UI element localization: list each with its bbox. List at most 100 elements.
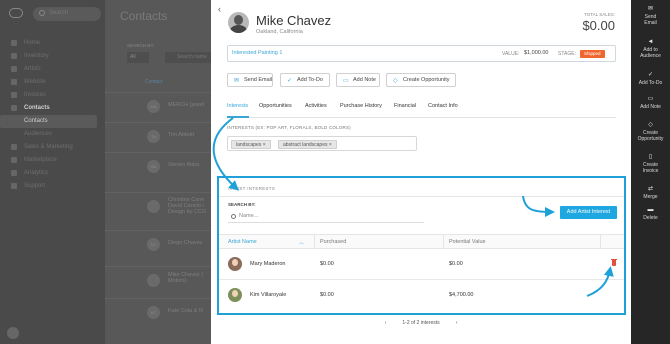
rail-label: Create Invoice (642, 162, 659, 174)
artist-search-input[interactable]: Name... (228, 210, 424, 223)
rail-add-note-button[interactable]: ▭ Add Note (631, 96, 670, 110)
people-icon (11, 105, 17, 111)
button-label: Add Note (353, 77, 376, 83)
contact-row[interactable]: SA Steven Abba (105, 152, 211, 178)
rail-create-invoice-button[interactable]: ▯ Create Invoice (631, 154, 670, 174)
nav-item-artists[interactable]: Artists (0, 63, 105, 76)
rail-delete-button[interactable]: ▬ Delete (631, 207, 670, 221)
add-todo-button[interactable]: ✓ Add To-Do (280, 73, 330, 87)
nav-label: Website (24, 79, 46, 85)
nav-item-invoices[interactable]: Invoices (0, 89, 105, 102)
nav-item-contacts[interactable]: Contacts (0, 102, 105, 115)
nav-item-sales-marketing[interactable]: Sales & Marketing (0, 141, 105, 154)
table-header: Artist Name ︿ Purchased Potential Value (219, 234, 624, 249)
tab-opportunities[interactable]: Opportunities (259, 103, 292, 109)
sort-up-icon[interactable]: ︿ (299, 239, 304, 246)
rail-merge-button[interactable]: ⇄ Merge (631, 186, 670, 200)
cloud-logo-icon[interactable] (9, 8, 23, 18)
tab-purchase-history[interactable]: Purchase History (340, 103, 382, 109)
nav-subitem-contacts[interactable]: Contacts (0, 115, 97, 128)
avatar: MA (147, 100, 160, 113)
tab-activities[interactable]: Activities (305, 103, 327, 109)
nav-item-home[interactable]: Home (0, 37, 105, 50)
artist-interests-section: ARTIST INTERESTS SEARCH BY: Name... Add … (217, 176, 626, 315)
rail-add-todo-button[interactable]: ✓ Add To-Do (631, 72, 670, 86)
app-sidebar: Search Home Inventory Artists Website In… (0, 0, 105, 344)
contact-name: Mike Chavez ( Motors) (168, 272, 204, 284)
column-separator (443, 235, 444, 249)
stage-badge[interactable]: Shipped (580, 49, 605, 58)
search-placeholder: Name... (239, 213, 259, 219)
rail-label: Merge (643, 194, 658, 200)
close-icon[interactable]: × (263, 142, 266, 148)
contacts-search-input[interactable]: Search name (165, 52, 215, 63)
artist-search-by-label: SEARCH BY: (228, 202, 256, 207)
interest-tag[interactable]: abstract landscapes × (278, 139, 337, 149)
search-placeholder: Search (49, 10, 69, 16)
filter-select[interactable]: All (127, 52, 149, 63)
contact-row[interactable]: DC Diego Chavez (105, 230, 211, 256)
contact-row[interactable]: Christine Cane David Canelo i Design by … (105, 192, 211, 218)
tag-icon: ◇ (648, 122, 653, 128)
trash-icon[interactable] (611, 258, 617, 266)
table-row[interactable]: Mary Maderon $0.00 $0.00 (219, 249, 624, 280)
quick-actions-rail: ✉ Send Email ◄ Add to Audience ✓ Add To-Do … (631, 0, 670, 344)
global-search-input[interactable]: Search (33, 7, 101, 21)
tab-financial[interactable]: Financial (394, 103, 416, 109)
nav-subitem-audiences[interactable]: Audiences (0, 128, 105, 141)
contact-row[interactable]: KC Kate Cola & N (105, 298, 211, 324)
avatar (228, 257, 242, 271)
avatar: KC (147, 306, 160, 319)
rail-label: Delete (643, 215, 658, 221)
back-arrow-icon[interactable]: ‹ (218, 4, 221, 14)
avatar (147, 274, 160, 287)
interests-tag-input[interactable]: landscapes × abstract landscapes × (227, 136, 417, 151)
opportunity-bar[interactable]: Interested Painting 1 VALUE: $1,000.00 S… (227, 45, 616, 62)
user-avatar[interactable] (7, 327, 19, 339)
rail-add-to-audience-button[interactable]: ◄ Add to Audience (631, 39, 670, 59)
contact-row[interactable]: Mike Chavez ( Motors) (105, 266, 211, 292)
note-icon: ▭ (343, 77, 349, 84)
rail-create-opportunity-button[interactable]: ◇ Create Opportunity (631, 122, 670, 142)
opportunity-name[interactable]: Interested Painting 1 (232, 50, 282, 56)
avatar: DC (147, 238, 160, 251)
contact-row[interactable]: TA Tim Abbott (105, 122, 211, 148)
tab-contact-info[interactable]: Contact Info (428, 103, 458, 109)
tab-interests[interactable]: Interests (227, 103, 248, 109)
rail-send-email-button[interactable]: ✉ Send Email (631, 6, 670, 26)
rail-label: Add To-Do (638, 80, 663, 86)
add-note-button[interactable]: ▭ Add Note (336, 73, 380, 87)
divider (219, 196, 624, 197)
column-separator (600, 235, 601, 249)
artist-name: Kim Villaroyale (250, 292, 287, 298)
contact-column-header[interactable]: Contact (145, 79, 162, 85)
column-purchased[interactable]: Purchased (320, 239, 346, 245)
chevron-left-icon[interactable]: ‹ (385, 320, 387, 326)
column-artist-name[interactable]: Artist Name (228, 239, 257, 245)
nav-item-website[interactable]: Website (0, 76, 105, 89)
nav-item-analytics[interactable]: Analytics (0, 167, 105, 180)
nav-item-support[interactable]: Support (0, 180, 105, 193)
chevron-right-icon[interactable]: › (456, 320, 458, 326)
column-potential-value[interactable]: Potential Value (449, 239, 486, 245)
create-opportunity-button[interactable]: ◇ Create Opportunity (386, 73, 456, 87)
nav-item-inventory[interactable]: Inventory (0, 50, 105, 63)
detail-tabs: Interests Opportunities Activities Purch… (227, 103, 616, 118)
check-icon: ✓ (287, 77, 293, 84)
add-artist-interest-button[interactable]: Add Artist Interest (560, 206, 617, 219)
search-icon (231, 214, 236, 219)
nav-item-marketplace[interactable]: Marketplace (0, 154, 105, 167)
send-email-button[interactable]: ✉ Send Email (227, 73, 273, 87)
interest-tag[interactable]: landscapes × (231, 139, 271, 149)
palette-icon (11, 66, 17, 72)
close-icon[interactable]: × (329, 142, 332, 148)
avatar: SA (147, 160, 160, 173)
button-label: Create Opportunity (403, 77, 450, 83)
contact-detail-drawer: ‹ Mike Chavez Oakland, California TOTAL … (211, 0, 631, 344)
pagination-text: 1-2 of 2 interests (402, 320, 440, 326)
pagination: ‹ 1-2 of 2 interests › (211, 320, 631, 326)
table-row[interactable]: Kim Villaroyale $0.00 $4,700.00 (219, 280, 624, 311)
contact-row[interactable]: MA MERCH (jewel (105, 92, 211, 118)
contact-name: Christine Cane David Canelo i Design by … (168, 197, 207, 215)
contacts-list-panel: Contacts SEARCH BY: All Search name Cont… (105, 0, 215, 344)
